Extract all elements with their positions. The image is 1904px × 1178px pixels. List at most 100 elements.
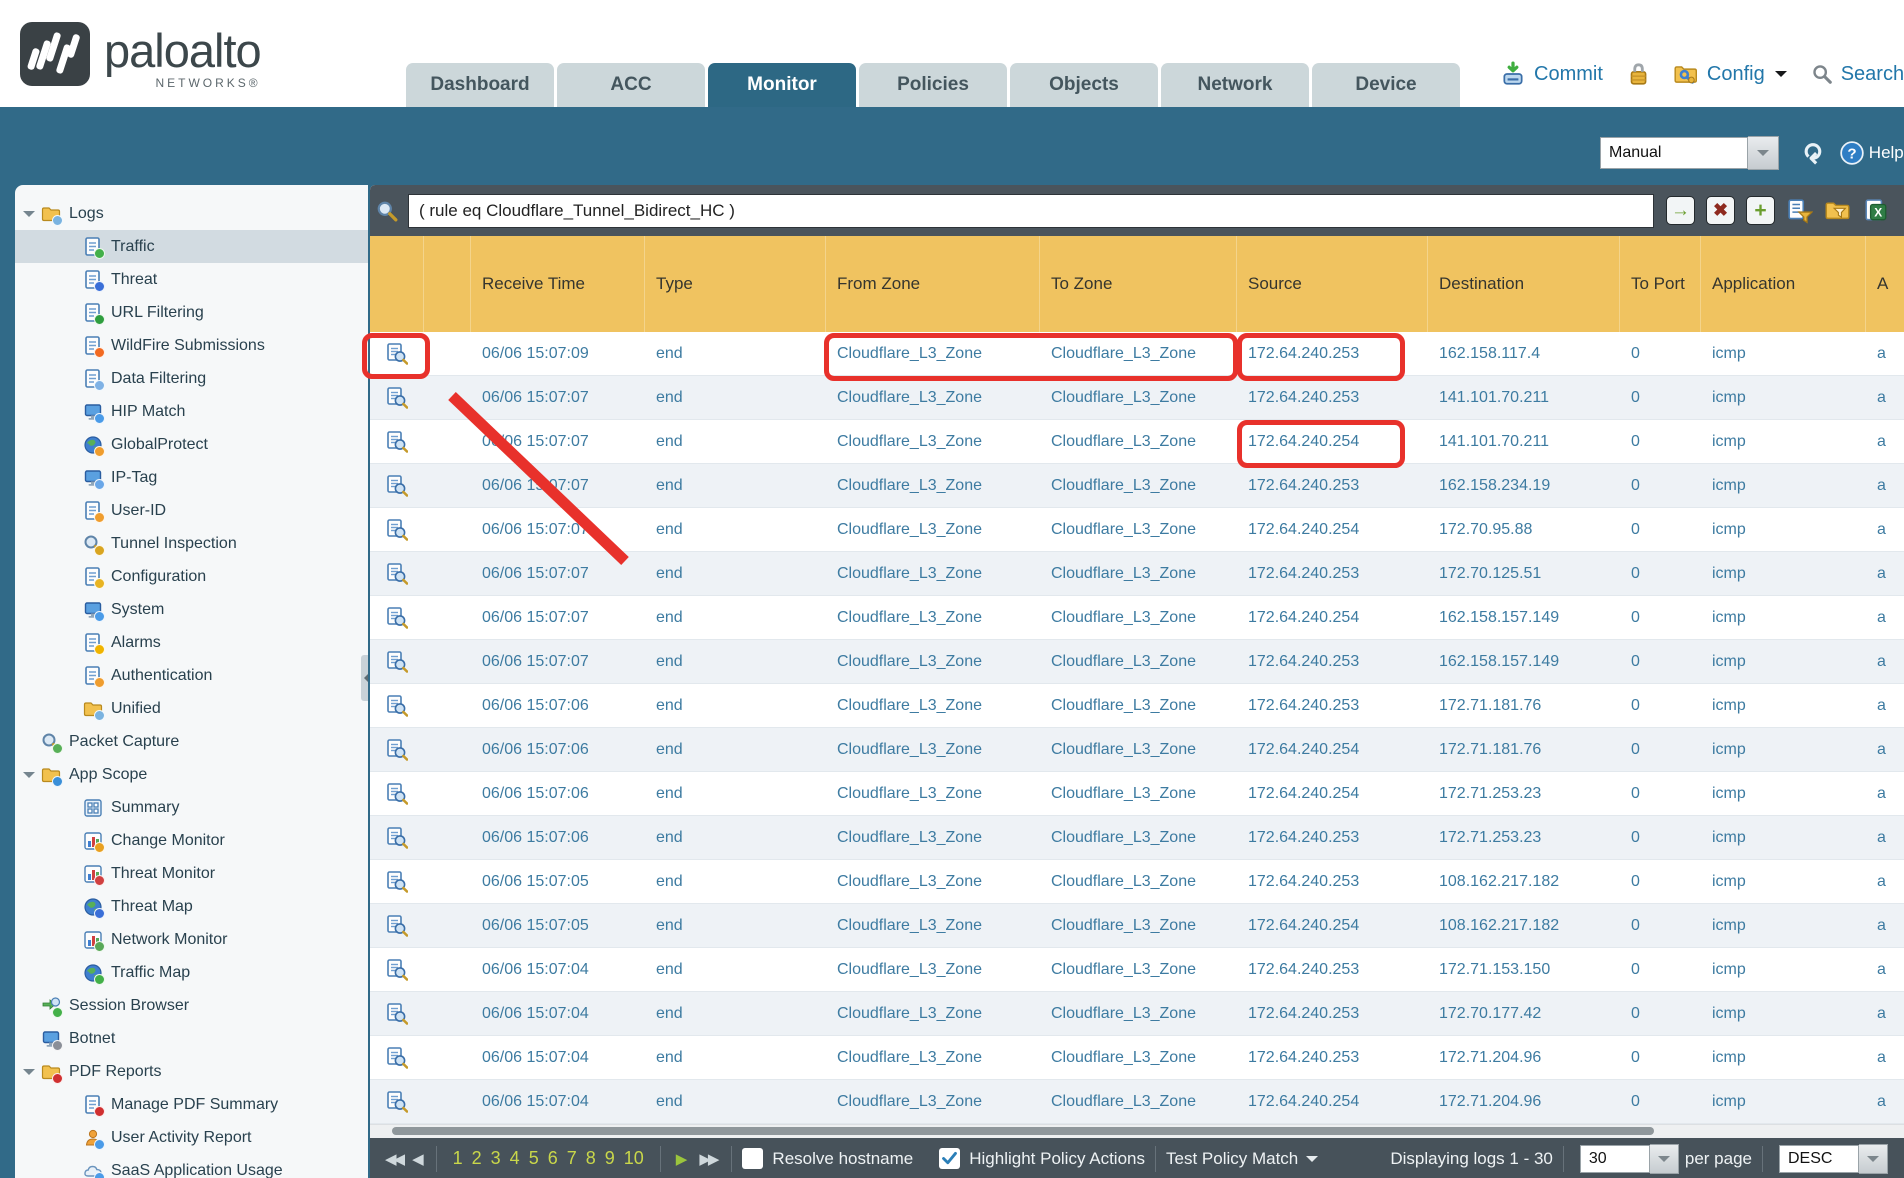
add-filter-button[interactable]: + [1746,196,1775,225]
tab-network[interactable]: Network [1161,63,1309,107]
log-detail-icon[interactable] [370,376,424,419]
expander-icon[interactable] [23,211,35,223]
column-header-to-port[interactable]: To Port [1620,236,1701,332]
log-detail-icon[interactable] [370,904,424,947]
sidebar-item-logs[interactable]: Logs [15,197,368,230]
expander-icon[interactable] [23,772,35,784]
sidebar-item-threat[interactable]: Threat [15,263,368,296]
page-number-8[interactable]: 8 [586,1148,596,1169]
log-detail-icon[interactable] [370,728,424,771]
log-detail-icon[interactable] [370,596,424,639]
test-policy-match-menu[interactable]: Test Policy Match [1166,1149,1298,1169]
log-detail-icon[interactable] [370,772,424,815]
highlight-policy-actions-checkbox[interactable] [939,1148,960,1169]
sidebar-item-threat-monitor[interactable]: Threat Monitor [15,857,368,890]
lock-icon[interactable] [1625,61,1651,87]
per-page-select-caret[interactable] [1650,1144,1679,1174]
tab-acc[interactable]: ACC [557,63,705,107]
sidebar-item-url-filtering[interactable]: URL Filtering [15,296,368,329]
sidebar-item-packet-capture[interactable]: Packet Capture [15,725,368,758]
sort-order-select-caret[interactable] [1859,1144,1888,1174]
sidebar-item-tunnel-inspection[interactable]: Tunnel Inspection [15,527,368,560]
log-detail-icon[interactable] [370,640,424,683]
export-to-csv-button[interactable] [1862,197,1889,224]
sidebar-collapse-handle[interactable] [361,655,368,701]
refresh-mode-caret[interactable] [1748,136,1779,170]
sort-order-select[interactable]: DESC [1779,1145,1859,1173]
horizontal-scrollbar-thumb[interactable] [392,1127,1654,1135]
sidebar-item-user-activity-report[interactable]: User Activity Report [15,1121,368,1154]
column-header-receive-time[interactable]: Receive Time [471,236,645,332]
clear-filter-button[interactable]: ✖ [1706,196,1735,225]
log-detail-icon[interactable] [370,464,424,507]
sidebar-item-network-monitor[interactable]: Network Monitor [15,923,368,956]
column-header-to-zone[interactable]: To Zone [1040,236,1237,332]
log-detail-icon[interactable] [370,332,424,375]
log-detail-icon[interactable] [370,860,424,903]
tab-dashboard[interactable]: Dashboard [406,63,554,107]
log-detail-icon[interactable] [370,1080,424,1123]
page-number-6[interactable]: 6 [548,1148,558,1169]
page-number-9[interactable]: 9 [605,1148,615,1169]
page-number-1[interactable]: 1 [453,1148,463,1169]
search-button[interactable]: Search [1841,63,1904,86]
sidebar-item-app-scope[interactable]: App Scope [15,758,368,791]
sidebar-item-session-browser[interactable]: Session Browser [15,989,368,1022]
page-number-4[interactable]: 4 [510,1148,520,1169]
refresh-mode-select[interactable]: Manual [1600,137,1748,169]
sidebar-item-system[interactable]: System [15,593,368,626]
sidebar-item-threat-map[interactable]: Threat Map [15,890,368,923]
page-number-10[interactable]: 10 [624,1148,644,1169]
tab-policies[interactable]: Policies [859,63,1007,107]
sidebar-item-wildfire-submissions[interactable]: WildFire Submissions [15,329,368,362]
horizontal-scrollbar[interactable] [370,1124,1904,1138]
log-detail-icon[interactable] [370,992,424,1035]
sidebar-item-hip-match[interactable]: HIP Match [15,395,368,428]
log-detail-icon[interactable] [370,552,424,595]
log-detail-icon[interactable] [370,948,424,991]
page-number-5[interactable]: 5 [529,1148,539,1169]
column-header-type[interactable]: Type [645,236,826,332]
page-number-7[interactable]: 7 [567,1148,577,1169]
log-detail-icon[interactable] [370,684,424,727]
log-detail-icon[interactable] [370,816,424,859]
sidebar-item-authentication[interactable]: Authentication [15,659,368,692]
column-header-destination[interactable]: Destination [1428,236,1620,332]
column-header-a[interactable]: A [1866,236,1904,332]
sidebar-item-alarms[interactable]: Alarms [15,626,368,659]
page-number-2[interactable]: 2 [472,1148,482,1169]
page-number-3[interactable]: 3 [491,1148,501,1169]
log-filter-input[interactable] [408,194,1654,228]
sidebar-item-manage-pdf-summary[interactable]: Manage PDF Summary [15,1088,368,1121]
sidebar-item-traffic-map[interactable]: Traffic Map [15,956,368,989]
apply-filter-button[interactable]: → [1666,196,1695,225]
sidebar-item-globalprotect[interactable]: GlobalProtect [15,428,368,461]
help-label[interactable]: Help [1869,143,1904,163]
log-detail-icon[interactable] [370,508,424,551]
sidebar-item-saas-application-usage[interactable]: SaaS Application Usage [15,1154,368,1178]
refresh-icon[interactable]: ⟳ [1796,142,1827,164]
load-filter-button[interactable] [1824,197,1851,224]
sidebar-item-configuration[interactable]: Configuration [15,560,368,593]
sidebar-item-unified[interactable]: Unified [15,692,368,725]
column-header-application[interactable]: Application [1701,236,1866,332]
filter-builder-button[interactable] [1786,197,1813,224]
log-detail-icon[interactable] [370,1036,424,1079]
sidebar-item-traffic[interactable]: Traffic [15,230,368,263]
first-page-button[interactable]: ◀◀ [385,1150,402,1168]
commit-button[interactable]: Commit [1534,63,1603,86]
column-header-from-zone[interactable]: From Zone [826,236,1040,332]
column-header-source[interactable]: Source [1237,236,1428,332]
sidebar-item-botnet[interactable]: Botnet [15,1022,368,1055]
sidebar-item-user-id[interactable]: User-ID [15,494,368,527]
next-page-button[interactable]: ▶ [676,1150,685,1168]
tab-monitor[interactable]: Monitor [708,63,856,107]
tab-objects[interactable]: Objects [1010,63,1158,107]
prev-page-button[interactable]: ◀ [412,1150,421,1168]
per-page-select[interactable]: 30 [1580,1145,1650,1173]
config-menu[interactable]: Config [1707,63,1765,86]
sidebar-item-summary[interactable]: Summary [15,791,368,824]
help-icon[interactable] [1839,140,1865,166]
sidebar-item-pdf-reports[interactable]: PDF Reports [15,1055,368,1088]
last-page-button[interactable]: ▶▶ [699,1150,716,1168]
